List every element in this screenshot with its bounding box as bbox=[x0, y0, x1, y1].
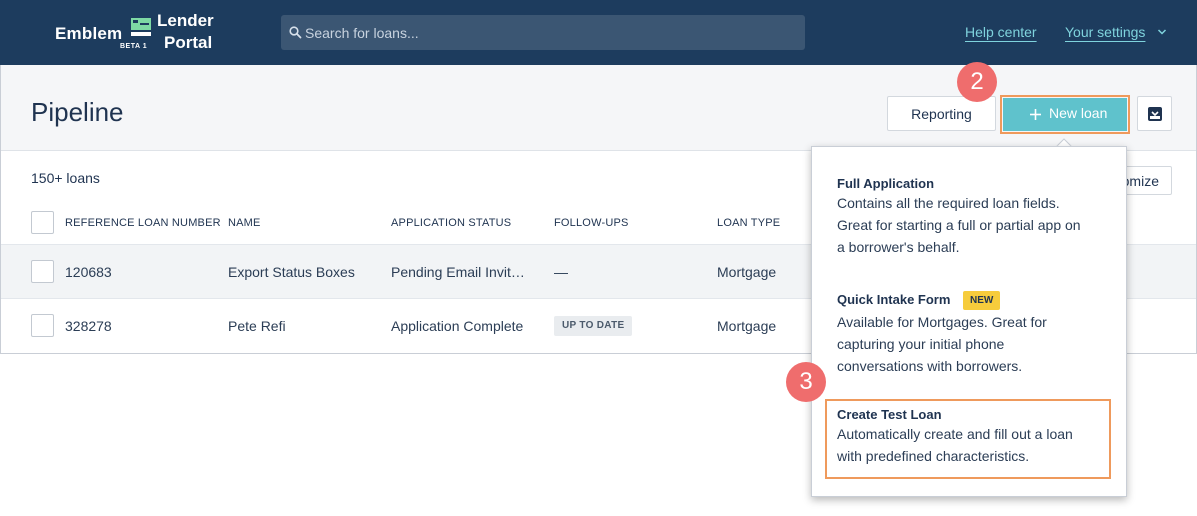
cell-loan-type: Mortgage bbox=[717, 264, 777, 280]
page-title: Pipeline bbox=[31, 97, 124, 127]
row-checkbox[interactable] bbox=[31, 314, 54, 337]
select-all-checkbox[interactable] bbox=[31, 211, 54, 234]
logo-beta-tag: BETA 1 bbox=[120, 43, 148, 50]
export-button[interactable] bbox=[1137, 96, 1172, 131]
cell-application-status: Application Complete bbox=[391, 318, 524, 334]
emblem-lender-portal-logo[interactable]: Emblem BETA 1 Lender Portal bbox=[55, 9, 235, 57]
menu-item-description: Automatically create and fill out a loan bbox=[837, 426, 1073, 442]
menu-item-description: a borrower's behalf. bbox=[837, 239, 960, 255]
logo-mark-icon bbox=[131, 18, 151, 36]
new-loan-button[interactable]: New loan bbox=[1003, 98, 1127, 131]
cell-loan-type: Mortgage bbox=[717, 318, 777, 334]
menu-item-description: Great for starting a full or partial app… bbox=[837, 217, 1081, 233]
help-center-link[interactable]: Help center bbox=[965, 24, 1037, 40]
cell-reference-number: 120683 bbox=[65, 264, 112, 280]
search-icon bbox=[289, 26, 302, 39]
menu-item-description: capturing your initial phone bbox=[837, 336, 1005, 352]
cell-name: Export Status Boxes bbox=[228, 264, 355, 280]
logo-text-portal: Portal bbox=[164, 33, 213, 52]
logo-text-lender: Lender bbox=[157, 11, 214, 30]
menu-item-description: Available for Mortgages. Great for bbox=[837, 314, 1047, 330]
column-header-follow-ups[interactable]: FOLLOW-UPS bbox=[554, 217, 629, 229]
menu-item-title: Quick Intake Form bbox=[837, 292, 951, 307]
search-input[interactable] bbox=[305, 15, 795, 50]
column-header-loan-type[interactable]: LOAN TYPE bbox=[717, 217, 780, 229]
follow-up-status-badge: UP TO DATE bbox=[554, 316, 633, 336]
cell-name: Pete Refi bbox=[228, 318, 286, 334]
menu-item-title: Full Application bbox=[837, 176, 935, 191]
cell-follow-ups: — bbox=[554, 264, 568, 280]
menu-item-description: conversations with borrowers. bbox=[837, 358, 1023, 374]
cell-reference-number: 328278 bbox=[65, 318, 112, 334]
inbox-download-icon bbox=[1148, 107, 1162, 121]
step-2-annotation: 2 bbox=[957, 62, 997, 102]
menu-item-title: Create Test Loan bbox=[837, 407, 942, 422]
row-checkbox[interactable] bbox=[31, 260, 54, 283]
cell-application-status: Pending Email Invitation bbox=[391, 264, 529, 280]
menu-item-description: with predefined characteristics. bbox=[837, 448, 1030, 464]
chevron-down-icon[interactable] bbox=[1157, 28, 1167, 36]
menu-item-description: Contains all the required loan fields. bbox=[837, 195, 1060, 211]
column-header-application-status[interactable]: APPLICATION STATUS bbox=[391, 217, 511, 229]
column-header-reference-loan-number[interactable]: REFERENCE LOAN NUMBER bbox=[65, 217, 221, 229]
loan-count: 150+ loans bbox=[31, 170, 100, 186]
new-badge: NEW bbox=[963, 291, 1001, 310]
plus-icon bbox=[1030, 109, 1041, 120]
column-header-name[interactable]: NAME bbox=[228, 217, 261, 229]
new-loan-label: New loan bbox=[1049, 105, 1108, 121]
your-settings-link[interactable]: Your settings bbox=[1065, 24, 1145, 40]
loan-search-box[interactable] bbox=[281, 15, 805, 50]
top-navigation-bar: Emblem BETA 1 Lender Portal Help center … bbox=[0, 0, 1197, 65]
logo-brand: Emblem bbox=[55, 24, 123, 43]
step-3-annotation: 3 bbox=[786, 362, 826, 402]
